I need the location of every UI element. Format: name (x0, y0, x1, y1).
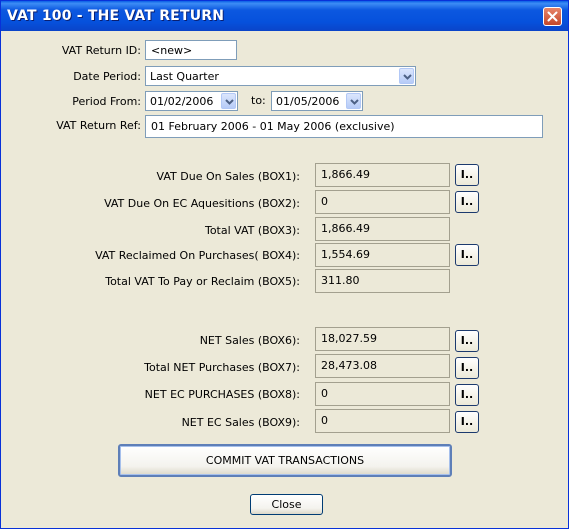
box5-label: Total VAT To Pay or Reclaim (BOX5): (105, 275, 300, 288)
box5-value: 311.80 (315, 269, 450, 293)
period-to-label: to: (251, 94, 266, 107)
box6-info-button[interactable]: I.. (455, 330, 479, 352)
box2-value: 0 (315, 190, 450, 214)
box9-value: 0 (315, 409, 450, 433)
vat-return-ref-field[interactable]: 01 February 2006 - 01 May 2006 (exclusiv… (145, 115, 543, 138)
box4-info-button[interactable]: I.. (455, 244, 479, 266)
box8-label: NET EC PURCHASES (BOX8): (144, 388, 300, 401)
period-from-select[interactable]: 01/02/2006 (145, 91, 238, 111)
title-bar[interactable]: VAT 100 - THE VAT RETURN (1, 1, 568, 31)
box8-info-button[interactable]: I.. (455, 384, 479, 406)
period-from-value: 01/02/2006 (150, 95, 214, 108)
box9-info-button[interactable]: I.. (455, 411, 479, 433)
period-to-value: 01/05/2006 (276, 95, 340, 108)
date-period-label: Date Period: (73, 70, 141, 83)
box7-info-button[interactable]: I.. (455, 357, 479, 379)
box4-value: 1,554.69 (315, 243, 450, 267)
form-body: VAT Return ID: <new> Date Period: Last Q… (4, 31, 565, 525)
box1-value: 1,866.49 (315, 163, 450, 187)
window-close-button[interactable] (543, 7, 562, 26)
close-button[interactable]: Close (250, 494, 323, 515)
box1-info-button[interactable]: I.. (455, 164, 479, 186)
box3-value: 1,866.49 (315, 217, 450, 241)
box2-label: VAT Due On EC Aquesitions (BOX2): (104, 197, 300, 210)
vat-return-id-field[interactable]: <new> (145, 40, 237, 60)
box1-label: VAT Due On Sales (BOX1): (156, 170, 300, 183)
box6-label: NET Sales (BOX6): (199, 334, 300, 347)
date-period-select[interactable]: Last Quarter (145, 66, 416, 86)
period-from-label: Period From: (72, 95, 141, 108)
vat-return-window: VAT 100 - THE VAT RETURN VAT Return ID: … (0, 0, 569, 529)
chevron-down-icon[interactable] (221, 93, 236, 109)
commit-vat-transactions-button[interactable]: COMMIT VAT TRANSACTIONS (118, 444, 452, 477)
chevron-down-icon[interactable] (399, 68, 414, 84)
period-to-select[interactable]: 01/05/2006 (271, 91, 363, 111)
box4-label: VAT Reclaimed On Purchases( BOX4): (95, 249, 300, 262)
window-title: VAT 100 - THE VAT RETURN (7, 8, 225, 24)
box9-label: NET EC Sales (BOX9): (181, 416, 300, 429)
box2-info-button[interactable]: I.. (455, 191, 479, 213)
date-period-value: Last Quarter (150, 70, 219, 83)
box7-value: 28,473.08 (315, 354, 450, 378)
box3-label: Total VAT (BOX3): (204, 224, 300, 237)
chevron-down-icon[interactable] (346, 93, 361, 109)
close-icon (547, 11, 558, 22)
box6-value: 18,027.59 (315, 327, 450, 351)
vat-return-id-label: VAT Return ID: (61, 44, 141, 57)
box7-label: Total NET Purchases (BOX7): (144, 361, 300, 374)
vat-return-ref-label: VAT Return Ref: (56, 119, 141, 132)
box8-value: 0 (315, 382, 450, 406)
